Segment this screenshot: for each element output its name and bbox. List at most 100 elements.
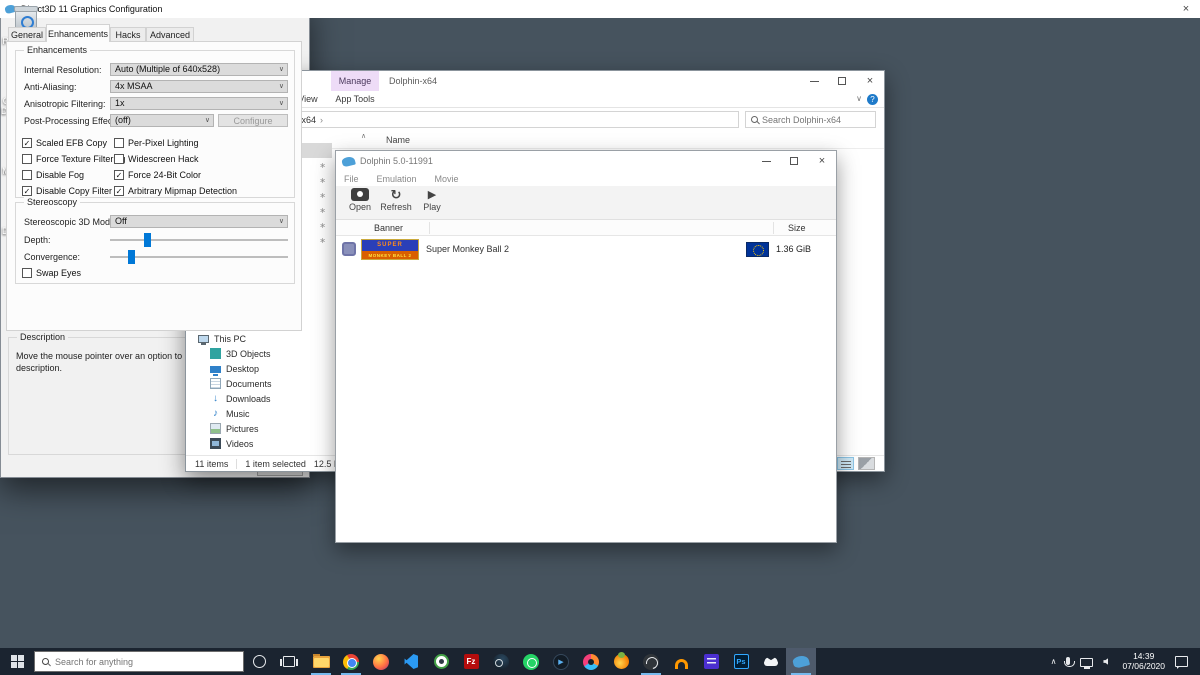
internal-resolution-label: Internal Resolution: xyxy=(24,65,102,75)
action-center-icon[interactable] xyxy=(1175,656,1188,669)
taskbar-icon-photoshop[interactable]: Ps xyxy=(726,648,756,675)
taskbar-icon-davinci-resolve[interactable] xyxy=(576,648,606,675)
selection-summary: 1 item selected xyxy=(245,458,306,469)
network-icon[interactable] xyxy=(1080,657,1094,669)
depth-slider[interactable] xyxy=(110,233,288,247)
sidebar-item-documents-pc[interactable]: Documents xyxy=(186,376,332,391)
sidebar-item-music[interactable]: ♪ Music xyxy=(186,406,332,421)
menu-movie[interactable]: Movie xyxy=(435,174,459,184)
ribbon-collapse-icon[interactable]: ∨ xyxy=(856,94,862,103)
start-button[interactable] xyxy=(0,648,34,675)
close-button[interactable]: × xyxy=(808,151,836,171)
menu-emulation[interactable]: Emulation xyxy=(377,174,417,184)
taskbar-icon-obs-studio[interactable] xyxy=(636,648,666,675)
tab-app-tools[interactable]: App Tools xyxy=(331,91,379,108)
anti-aliasing-dropdown[interactable]: 4x MSAA ∨ xyxy=(110,80,288,93)
taskbar-icon-super-monkey-ball[interactable] xyxy=(606,648,636,675)
checkbox-force-24bit-color[interactable]: ✓ Force 24-Bit Color xyxy=(114,169,201,180)
checkbox-box xyxy=(114,137,124,148)
play-button[interactable]: ▶ Play xyxy=(414,186,450,219)
convergence-slider-thumb[interactable] xyxy=(127,250,135,264)
manage-ribbon-context: Manage xyxy=(331,71,379,91)
name-column-header[interactable]: Name xyxy=(386,135,410,145)
minimize-button[interactable] xyxy=(800,71,828,91)
maximize-button[interactable] xyxy=(780,151,808,171)
dolphin-title-bar: Dolphin 5.0-11991 × xyxy=(336,151,836,171)
details-view-icon[interactable] xyxy=(837,457,854,470)
anisotropic-filtering-dropdown[interactable]: 1x ∨ xyxy=(110,97,288,110)
explorer-search-input[interactable] xyxy=(762,114,870,125)
taskbar-icon-media-player[interactable]: ▶ xyxy=(546,648,576,675)
checkbox-disable-fog[interactable]: Disable Fog xyxy=(22,169,84,180)
taskbar-icon-chrome[interactable] xyxy=(336,648,366,675)
taskbar-icon-audio-app[interactable] xyxy=(666,648,696,675)
super-monkey-ball-icon xyxy=(613,652,629,669)
checkbox-arbitrary-mipmap-detection[interactable]: ✓ Arbitrary Mipmap Detection xyxy=(114,185,237,196)
tab-general[interactable]: General xyxy=(8,27,46,42)
search-icon xyxy=(751,116,758,123)
sidebar-item-desktop-pc[interactable]: Desktop xyxy=(186,361,332,376)
taskbar-icon-vscode[interactable] xyxy=(396,648,426,675)
windows-logo-icon xyxy=(10,655,24,668)
close-button[interactable]: × xyxy=(856,71,884,91)
sidebar-item-pictures-pc[interactable]: Pictures xyxy=(186,421,332,436)
sidebar-item-this-pc[interactable]: This PC xyxy=(186,331,332,346)
taskbar-icon-amazon-music[interactable] xyxy=(696,648,726,675)
post-processing-dropdown[interactable]: (off) ∨ xyxy=(110,114,214,127)
taskbar-icon-file-explorer[interactable] xyxy=(306,648,336,675)
checkbox-per-pixel-lighting[interactable]: Per-Pixel Lighting xyxy=(114,137,199,148)
checkbox-box xyxy=(114,153,124,164)
sidebar-item-downloads-pc[interactable]: ↓ Downloads xyxy=(186,391,332,406)
tray-overflow-icon[interactable]: ∧ xyxy=(1051,657,1057,666)
stereoscopic-mode-dropdown[interactable]: Off ∨ xyxy=(110,215,288,228)
speaker-icon[interactable] xyxy=(1103,658,1109,665)
depth-slider-thumb[interactable] xyxy=(143,233,151,247)
banner-column-header[interactable]: Banner xyxy=(374,223,403,233)
checkbox-scaled-efb-copy[interactable]: ✓ Scaled EFB Copy xyxy=(22,137,107,148)
gamecube-platform-icon xyxy=(342,242,356,256)
dolphin-toolbar: Open ↻ Refresh ▶ Play xyxy=(336,186,836,220)
address-box[interactable]: › Dolphin-x64 › xyxy=(241,111,739,128)
close-button[interactable]: × xyxy=(1172,0,1200,18)
game-list-row[interactable]: SUPER MONKEY BALL 2 Super Monkey Ball 2 … xyxy=(336,236,836,262)
task-view-icon[interactable] xyxy=(280,656,298,667)
open-button[interactable]: Open xyxy=(342,186,378,219)
checkbox-force-texture-filtering[interactable]: Force Texture Filtering xyxy=(22,153,125,164)
convergence-slider[interactable] xyxy=(110,250,288,264)
videos-icon xyxy=(210,438,221,449)
downloads-icon: ↓ xyxy=(213,393,218,404)
tab-hacks[interactable]: Hacks xyxy=(110,27,146,42)
maximize-button[interactable] xyxy=(828,71,856,91)
tab-advanced[interactable]: Advanced xyxy=(146,27,194,42)
microphone-icon[interactable] xyxy=(1063,656,1075,667)
minimize-button[interactable] xyxy=(752,151,780,171)
taskbar-icon-steam[interactable] xyxy=(486,648,516,675)
group-label: Stereoscopy xyxy=(24,197,81,207)
post-processing-label: Post-Processing Effect: xyxy=(24,116,118,126)
taskbar-icon-filezilla[interactable]: Fz xyxy=(456,648,486,675)
taskbar-icon-whatsapp[interactable] xyxy=(516,648,546,675)
internal-resolution-dropdown[interactable]: Auto (Multiple of 640x528) ∨ xyxy=(110,63,288,76)
taskbar-clock[interactable]: 14:39 07/06/2020 xyxy=(1122,651,1165,671)
taskbar-icon-white-logo[interactable] xyxy=(756,648,786,675)
menu-file[interactable]: File xyxy=(344,174,359,184)
refresh-button[interactable]: ↻ Refresh xyxy=(378,186,414,219)
checkbox-disable-copy-filter[interactable]: ✓ Disable Copy Filter xyxy=(22,185,112,196)
taskbar-icon-dolphin[interactable] xyxy=(786,648,816,675)
taskbar-search-input[interactable] xyxy=(55,656,236,667)
stereoscopy-group: Stereoscopy Stereoscopic 3D Mode: Off ∨ D… xyxy=(15,197,295,284)
checkbox-widescreen-hack[interactable]: Widescreen Hack xyxy=(114,153,199,164)
thumbnails-view-icon[interactable] xyxy=(858,457,875,470)
sidebar-item-3d-objects[interactable]: 3D Objects xyxy=(186,346,332,361)
configure-button[interactable]: Configure xyxy=(218,114,288,127)
help-icon[interactable]: ? xyxy=(867,94,878,105)
taskbar-icon-green-circle-app[interactable] xyxy=(426,648,456,675)
checkbox-swap-eyes[interactable]: Swap Eyes xyxy=(22,267,81,278)
taskbar-icon-firefox[interactable] xyxy=(366,648,396,675)
size-column-header[interactable]: Size xyxy=(788,223,806,233)
stereoscopic-mode-label: Stereoscopic 3D Mode: xyxy=(24,217,118,227)
sort-ascending-icon[interactable]: ∧ xyxy=(361,132,366,140)
sidebar-item-videos-pc[interactable]: Videos xyxy=(186,436,332,451)
tab-enhancements[interactable]: Enhancements xyxy=(46,24,110,42)
cortana-icon[interactable] xyxy=(253,655,266,668)
